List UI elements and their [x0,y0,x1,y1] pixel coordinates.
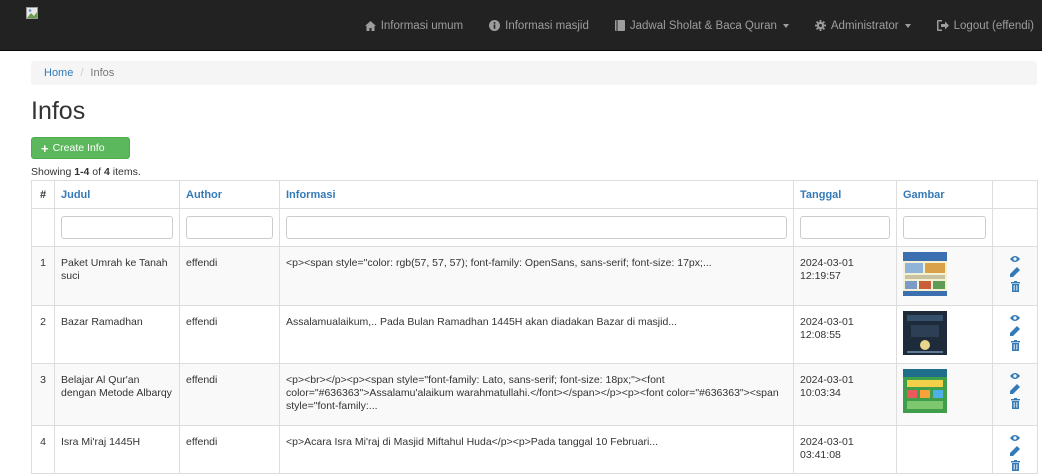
breadcrumb-separator: / [80,67,84,79]
info-circle-icon [489,20,501,31]
informasi-cell: <p>Acara Isra Mi'raj di Masjid Miftahul … [279,425,794,474]
pencil-icon[interactable] [1010,446,1020,456]
plus-icon: + [41,140,49,156]
chevron-down-icon [782,23,789,28]
top-navbar: Informasi umum Informasi masjid Jadwal S… [0,0,1042,51]
table-row: 2 Bazar Ramadhan effendi Assalamualaikum… [31,305,1038,364]
author-cell: effendi [179,305,280,364]
chevron-down-icon [904,23,911,28]
tanggal-filter-input[interactable] [800,216,890,239]
grid-summary: Showing 1-4 of 4 items. [31,166,141,178]
tanggal-cell: 2024-03-01 12:08:55 [793,305,897,364]
informasi-cell: <p><span style="color: rgb(57, 57, 57); … [279,246,794,306]
row-actions [992,246,1038,306]
trash-icon[interactable] [1010,398,1020,409]
pencil-icon[interactable] [1010,384,1020,394]
nav-label-logout: Logout (effendi) [953,19,1034,32]
informasi-cell: Assalamualaikum,.. Pada Bulan Ramadhan 1… [279,305,794,364]
table-row: 1 Paket Umrah ke Tanah suci effendi <p><… [31,246,1038,306]
nav-label-informasi-umum: Informasi umum [380,19,464,32]
create-info-button[interactable]: + Create Info [31,137,130,159]
poster-bazar-thumbnail[interactable] [903,311,947,355]
tanggal-cell: 2024-03-01 12:19:57 [793,246,897,306]
page-title: Infos [31,97,86,125]
nav-label-informasi-masjid: Informasi masjid [505,19,589,32]
judul-cell: Paket Umrah ke Tanah suci [54,246,180,306]
table-row: 4 Isra Mi'raj 1445H effendi <p>Acara Isr… [31,425,1038,474]
row-actions [992,305,1038,364]
column-header-tanggal[interactable]: Tanggal [793,180,897,209]
gambar-cell [896,305,993,364]
create-info-label: Create Info [52,142,105,154]
eye-icon[interactable] [1010,434,1020,442]
filter-cell-judul [54,208,180,247]
eye-icon[interactable] [1010,255,1020,263]
nav-item-logout[interactable]: Logout (effendi) [924,0,1042,51]
nav-item-jadwal-sholat[interactable]: Jadwal Sholat & Baca Quran [602,0,802,51]
column-header-author[interactable]: Author [179,180,280,209]
logout-icon [936,20,949,31]
row-number: 4 [31,425,55,474]
nav-label-jadwal-sholat: Jadwal Sholat & Baca Quran [629,19,777,32]
informasi-filter-input[interactable] [286,216,787,239]
filter-cell-empty [31,208,55,247]
row-number: 2 [31,305,55,364]
nav-item-administrator[interactable]: Administrator [802,0,924,51]
gambar-cell [896,363,993,426]
poster-umrah-thumbnail[interactable] [903,252,947,296]
nav-label-administrator: Administrator [830,19,899,32]
informasi-cell: <p><br></p><p><span style="font-family: … [279,363,794,426]
row-number: 1 [31,246,55,306]
author-cell: effendi [179,363,280,426]
column-header-actions [992,180,1038,209]
author-filter-input[interactable] [186,216,273,239]
filter-cell-gambar [896,208,993,247]
summary-range: 1-4 [74,166,90,178]
row-actions [992,363,1038,426]
judul-filter-input[interactable] [61,216,173,239]
home-icon [364,20,376,31]
gambar-cell [896,425,993,474]
nav-item-informasi-umum[interactable]: Informasi umum [352,0,476,51]
brand-broken-image-icon[interactable] [26,7,38,19]
gambar-filter-input[interactable] [903,216,986,239]
pencil-icon[interactable] [1010,326,1020,336]
poster-albarqy-thumbnail[interactable] [903,369,947,413]
filter-cell-tanggal [793,208,897,247]
book-icon [614,20,625,31]
filter-cell-informasi [279,208,794,247]
column-header-gambar[interactable]: Gambar [896,180,993,209]
pencil-icon[interactable] [1010,267,1020,277]
filter-cell-author [179,208,280,247]
eye-icon[interactable] [1010,314,1020,322]
author-cell: effendi [179,425,280,474]
trash-icon[interactable] [1010,460,1020,471]
navbar-menu: Informasi umum Informasi masjid Jadwal S… [352,0,1042,51]
breadcrumb: Home / Infos [31,61,1037,85]
infos-table: # Judul Author Informasi Tanggal Gambar … [31,180,1038,474]
nav-item-informasi-masjid[interactable]: Informasi masjid [476,0,602,51]
judul-cell: Isra Mi'raj 1445H [54,425,180,474]
filter-cell-empty [992,208,1038,247]
breadcrumb-home-link[interactable]: Home [44,67,73,79]
tanggal-cell: 2024-03-01 10:03:34 [793,363,897,426]
column-header-number: # [31,180,55,209]
table-row: 3 Belajar Al Qur'an dengan Metode Albarq… [31,363,1038,426]
gambar-cell [896,246,993,306]
author-cell: effendi [179,246,280,306]
breadcrumb-current: Infos [90,67,115,79]
trash-icon[interactable] [1010,281,1020,292]
trash-icon[interactable] [1010,340,1020,351]
row-actions [992,425,1038,474]
column-header-informasi[interactable]: Informasi [279,180,794,209]
eye-icon[interactable] [1010,372,1020,380]
tanggal-cell: 2024-03-01 03:41:08 [793,425,897,474]
row-number: 3 [31,363,55,426]
column-header-judul[interactable]: Judul [54,180,180,209]
judul-cell: Bazar Ramadhan [54,305,180,364]
judul-cell: Belajar Al Qur'an dengan Metode Albarqy [54,363,180,426]
gear-icon [814,20,826,31]
